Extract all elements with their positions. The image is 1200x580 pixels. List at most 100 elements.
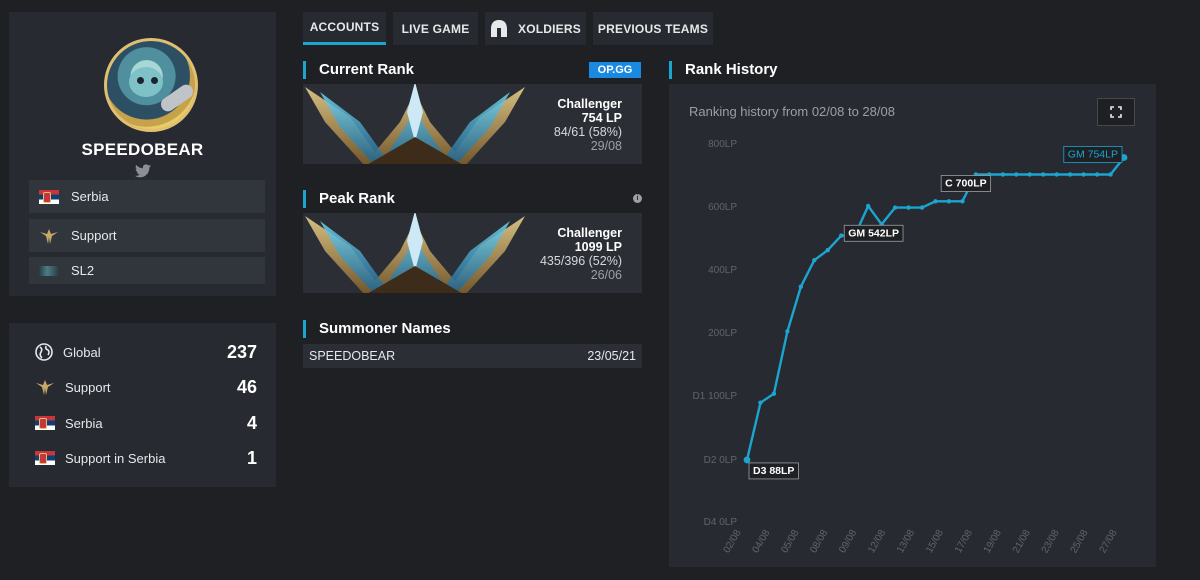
x-tick-label: 15/08 <box>924 528 946 556</box>
rank-tier: Challenger <box>557 97 622 111</box>
x-tick-label: 21/08 <box>1011 528 1033 556</box>
stat-label: Support <box>65 379 111 395</box>
data-point <box>771 391 777 396</box>
tab-live-game[interactable]: LIVE GAME <box>393 12 478 45</box>
x-tick-label: 13/08 <box>895 528 917 556</box>
rank-record: 435/396 (52%) <box>539 254 622 268</box>
data-point <box>1054 172 1059 177</box>
rank-date: 29/08 <box>590 139 622 153</box>
chart-annotation-label: C 700LP <box>945 178 986 190</box>
stat-label: Global <box>63 344 101 360</box>
stat-row-global: Global 237 <box>35 340 257 364</box>
x-tick-label: 19/08 <box>982 528 1004 556</box>
info-row-role: Support <box>29 219 265 252</box>
rank-date: 26/06 <box>590 268 622 282</box>
rank-tier: Challenger <box>557 226 622 240</box>
tab-label: XOLDIERS <box>518 21 581 36</box>
stat-label: Support in Serbia <box>65 450 166 466</box>
data-point <box>1108 172 1113 177</box>
data-point <box>1000 172 1006 177</box>
x-tick-label: 25/08 <box>1069 528 1091 556</box>
data-point <box>960 199 965 204</box>
y-tick-label: D1 100LP <box>693 391 738 402</box>
data-point <box>798 284 804 289</box>
chart-annotation-label: GM 542LP <box>848 227 899 239</box>
data-point <box>743 456 751 464</box>
y-tick-label: 400LP <box>708 265 737 276</box>
data-point <box>1014 172 1019 177</box>
stat-row-country: Serbia 4 <box>35 411 257 435</box>
info-row-label: Support <box>71 228 117 243</box>
y-tick-label: 200LP <box>708 328 737 339</box>
peak-rank-card: Challenger 1099 LP 435/396 (52%) 26/06 <box>303 213 642 293</box>
data-point <box>1081 172 1086 177</box>
stat-value: 4 <box>246 412 257 433</box>
y-tick-label: 600LP <box>708 202 737 213</box>
serbia-flag-icon <box>35 416 55 430</box>
avatar-horn <box>158 81 195 115</box>
x-tick-label: 27/08 <box>1098 528 1120 556</box>
data-point <box>785 329 790 334</box>
stat-row-support: Support 46 <box>35 375 257 399</box>
data-point <box>906 205 911 210</box>
x-tick-label: 02/08 <box>722 528 744 556</box>
stat-value: 46 <box>236 376 257 397</box>
rank-lp: 1099 LP <box>574 240 622 254</box>
info-row-label: SL2 <box>71 263 95 278</box>
current-rank-card: Challenger 754 LP 84/61 (58%) 29/08 <box>303 84 642 164</box>
x-tick-label: 04/08 <box>750 528 772 556</box>
support-role-icon <box>40 228 58 244</box>
data-point <box>865 203 871 209</box>
peak-rank-heading: Peak Rank <box>303 190 395 208</box>
data-point <box>1027 172 1032 177</box>
helmet-icon <box>491 19 508 37</box>
avatar-eye <box>151 77 158 84</box>
stat-value: 1 <box>246 447 257 468</box>
data-point <box>812 257 817 263</box>
data-point <box>892 205 898 210</box>
tab-previous-teams[interactable]: PREVIOUS TEAMS <box>593 12 713 45</box>
rank-history-chart: D4 0LP D2 0LP D1 100LP 200LP 400LP 600LP 800LP… <box>693 139 1128 556</box>
x-tick-label: 05/08 <box>779 528 801 556</box>
info-row-country: Serbia <box>29 180 265 213</box>
summoner-name-date: 23/05/21 <box>587 349 636 363</box>
rank-record: 84/61 (58%) <box>553 125 622 139</box>
rank-lp: 754 LP <box>581 111 622 125</box>
tab-accounts[interactable]: ACCOUNTS <box>303 12 386 45</box>
tab-xoldiers[interactable]: XOLDIERS <box>485 12 586 45</box>
data-point <box>1041 172 1046 177</box>
player-name: SPEEDOBEAR <box>81 140 204 159</box>
avatar <box>104 38 198 132</box>
peak-rank-details: Challenger 1099 LP 435/396 (52%) 26/06 <box>540 226 622 282</box>
tab-label: LIVE GAME <box>401 21 470 36</box>
data-point <box>825 247 830 253</box>
summoner-names-heading: Summoner Names <box>303 320 451 338</box>
current-rank-heading: Current Rank <box>303 61 414 79</box>
data-point <box>946 199 952 204</box>
twitter-icon[interactable] <box>135 164 151 178</box>
info-row-league: SL2 <box>29 257 265 284</box>
summoner-name-row: SPEEDOBEAR 23/05/21 <box>303 344 642 368</box>
profile-card: SPEEDOBEAR Serbia Support SL2 <box>9 12 276 296</box>
opgg-link-button[interactable]: OP.GG <box>589 62 641 78</box>
tab-label: ACCOUNTS <box>309 20 380 34</box>
x-tick-label: 09/08 <box>837 528 859 556</box>
x-tick-label: 17/08 <box>953 528 975 556</box>
rank-history-chart-panel: Ranking history from 02/08 to 28/08 D4 0… <box>669 84 1156 567</box>
tab-label: PREVIOUS TEAMS <box>597 21 709 36</box>
avatar-eye <box>137 77 144 84</box>
data-point <box>839 233 844 238</box>
info-row-label: Serbia <box>71 189 109 204</box>
data-point <box>933 199 938 204</box>
ranking-stats-card: Global 237 Support 46 Serbia 4 Support i… <box>9 323 276 487</box>
y-tick-label: 800LP <box>708 139 737 150</box>
stat-label: Serbia <box>65 415 103 431</box>
data-point <box>758 400 763 405</box>
y-tick-label: D4 0LP <box>704 517 738 528</box>
chart-annotation-label: D3 88LP <box>753 465 794 477</box>
summoner-name: SPEEDOBEAR <box>309 349 396 363</box>
info-icon[interactable]: i <box>633 194 642 203</box>
serbia-flag-icon <box>39 189 59 204</box>
avatar-face <box>129 67 163 97</box>
serbia-flag-icon <box>35 451 55 465</box>
